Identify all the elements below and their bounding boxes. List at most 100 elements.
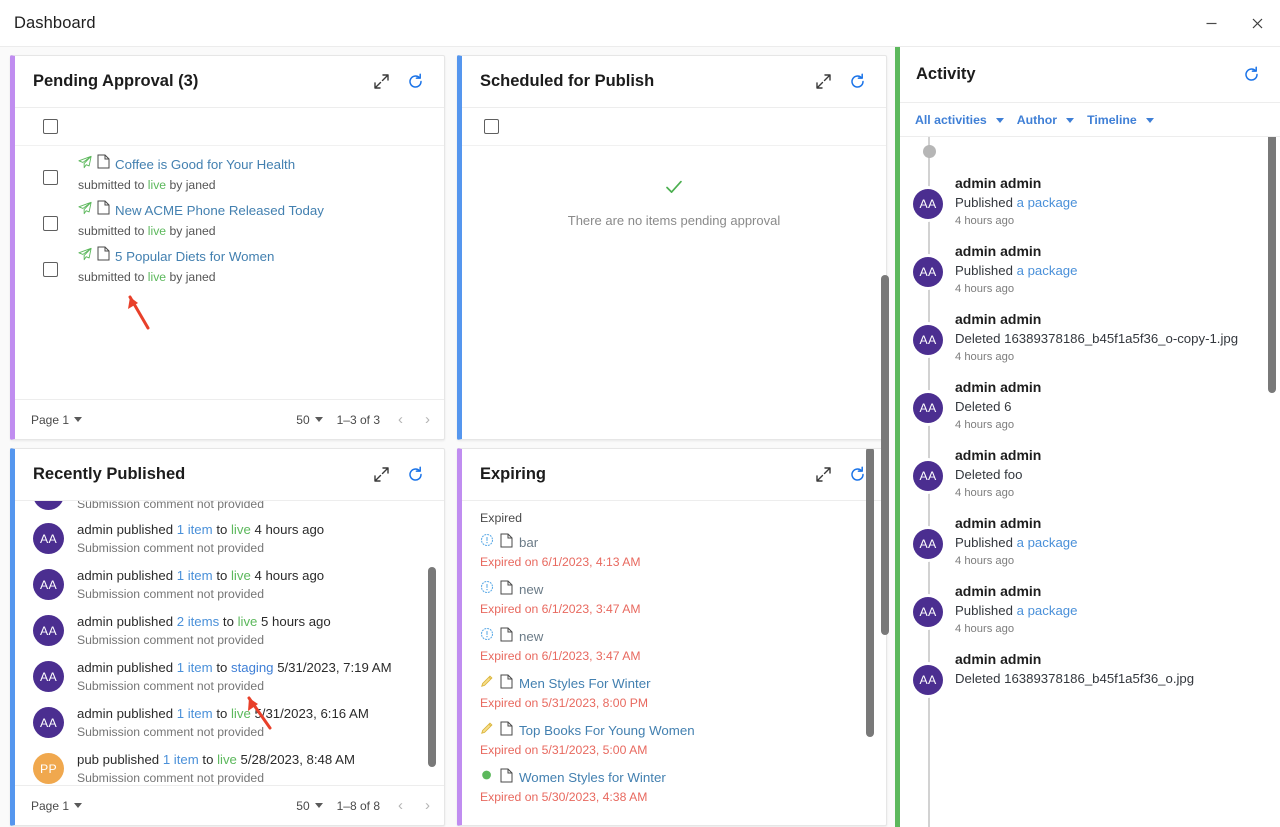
next-page-button[interactable]: › [421, 797, 434, 814]
page-selector[interactable]: Page 1 [31, 413, 83, 427]
list-item[interactable]: AA admin published 1 item to staging 5/3… [15, 653, 444, 699]
list-item-title[interactable]: Top Books For Young Women [519, 723, 695, 738]
expiring-scrollbar[interactable] [866, 449, 874, 737]
prev-page-button[interactable]: ‹ [394, 797, 407, 814]
chevron-down-icon[interactable] [1145, 118, 1154, 123]
scheduled-for-publish-title: Scheduled for Publish [480, 72, 655, 90]
activity-panel: Activity All activities Author Timeline [895, 47, 1280, 827]
filter-author[interactable]: Author [1014, 113, 1060, 127]
activity-object-link[interactable]: a package [1017, 535, 1078, 550]
pending-approval-title: Pending Approval (3) [33, 72, 199, 90]
expand-icon[interactable] [808, 67, 838, 97]
target-link[interactable]: live [238, 614, 258, 629]
pager-controls: 50 1–8 of 8 ‹ › [296, 797, 434, 814]
activity-scrollbar[interactable] [1268, 137, 1276, 393]
list-item-title[interactable]: Women Styles for Winter [519, 770, 666, 785]
refresh-icon[interactable] [1236, 60, 1266, 90]
to-label: to [202, 752, 214, 767]
page-selector[interactable]: Page 1 [31, 799, 83, 813]
list-item-title[interactable]: new [519, 629, 543, 644]
expand-icon[interactable] [366, 67, 396, 97]
list-item[interactable]: bar Expired on 6/1/2023, 4:13 AM [480, 533, 886, 569]
page-scrollbar[interactable] [881, 275, 889, 635]
select-all-checkbox[interactable] [484, 119, 499, 134]
list-item-title[interactable]: new [519, 582, 543, 597]
list-item[interactable]: New ACME Phone Released Today submitted … [15, 196, 444, 242]
target-link[interactable]: staging [231, 660, 274, 675]
warning-icon [480, 533, 494, 552]
list-item[interactable]: new Expired on 6/1/2023, 3:47 AM [480, 580, 886, 616]
row-checkbox[interactable] [43, 170, 58, 185]
list-item-title[interactable]: New ACME Phone Released Today [115, 203, 324, 218]
list-item[interactable]: AA admin admin Published a package 4 hou… [900, 167, 1280, 235]
row-checkbox[interactable] [43, 216, 58, 231]
close-button[interactable] [1234, 0, 1280, 47]
item-count-link[interactable]: 1 item [177, 660, 213, 675]
list-item[interactable]: Coffee is Good for Your Health submitted… [15, 150, 444, 196]
list-item[interactable]: 5 Popular Diets for Women submitted to l… [15, 242, 444, 288]
refresh-icon[interactable] [400, 460, 430, 490]
next-page-button[interactable]: › [421, 411, 434, 428]
list-item[interactable]: AA admin published 1 item to live 4 hour… [15, 515, 444, 561]
item-count-link[interactable]: 1 item [163, 752, 199, 767]
expiring-title: Expiring [480, 465, 547, 483]
item-count-link[interactable]: 2 items [177, 614, 220, 629]
list-item[interactable]: Top Books For Young Women Expired on 5/3… [480, 721, 886, 757]
list-item[interactable]: new Expired on 6/1/2023, 3:47 AM [480, 627, 886, 663]
to-label: to [216, 706, 228, 721]
target-link[interactable]: live [231, 706, 251, 721]
list-item-title[interactable]: 5 Popular Diets for Women [115, 249, 274, 264]
list-item[interactable]: Men Styles For Winter Expired on 5/31/20… [480, 674, 886, 710]
list-item-title[interactable]: bar [519, 535, 538, 550]
list-item[interactable]: AA admin admin Deleted 6 4 hours ago [900, 371, 1280, 439]
refresh-icon[interactable] [400, 67, 430, 97]
target-link[interactable]: live [148, 224, 166, 238]
minimize-button[interactable] [1188, 0, 1234, 47]
activity-verb: Deleted [955, 467, 1001, 482]
item-count-link[interactable]: 1 item [177, 568, 213, 583]
scheduled-empty-state: There are no items pending approval [462, 146, 886, 439]
row-checkbox[interactable] [43, 262, 58, 277]
per-page-selector[interactable]: 50 [296, 413, 323, 427]
list-item[interactable]: PP pub published 1 item to live 5/28/202… [15, 745, 444, 785]
target-link[interactable]: live [231, 522, 251, 537]
filter-all-activities[interactable]: All activities [912, 113, 990, 127]
list-item-title[interactable]: Men Styles For Winter [519, 676, 651, 691]
activity-verb: Published [955, 195, 1013, 210]
list-item[interactable]: AA admin published 1 item to live 4 hour… [15, 561, 444, 607]
expand-icon[interactable] [366, 460, 396, 490]
list-item-text: admin published 2 items to live 5 hours … [77, 613, 331, 630]
target-link[interactable]: live [148, 270, 166, 284]
list-item-title[interactable]: Coffee is Good for Your Health [115, 157, 295, 172]
list-item[interactable]: AA admin admin Deleted 16389378186_b45f1… [900, 643, 1280, 703]
list-item[interactable]: AA admin admin Published a package 4 hou… [900, 235, 1280, 303]
list-item[interactable]: AA admin published 1 item to live 5/31/2… [15, 699, 444, 745]
activity-object-link[interactable]: a package [1017, 195, 1078, 210]
list-item[interactable]: Women Styles for Winter Expired on 5/30/… [480, 768, 886, 804]
item-count-link[interactable]: 1 item [177, 522, 213, 537]
activity-timestamp: 4 hours ago [955, 555, 1015, 567]
target-link[interactable]: live [217, 752, 237, 767]
item-count-link[interactable]: 1 item [177, 706, 213, 721]
select-all-checkbox[interactable] [43, 119, 58, 134]
target-link[interactable]: live [148, 178, 166, 192]
activity-action: Deleted foo [955, 467, 1041, 482]
per-page-selector[interactable]: 50 [296, 799, 323, 813]
expiring-card: Expiring Expired bar Expired on 6/1/2023… [457, 448, 887, 826]
prev-page-button[interactable]: ‹ [394, 411, 407, 428]
list-item[interactable]: AA admin admin Published a package 4 hou… [900, 575, 1280, 643]
select-all-row [15, 108, 444, 146]
chevron-down-icon[interactable] [1066, 118, 1075, 123]
target-link[interactable]: live [231, 568, 251, 583]
activity-object-link[interactable]: a package [1017, 263, 1078, 278]
refresh-icon[interactable] [842, 67, 872, 97]
list-item[interactable]: AA admin published 2 items to live 5 hou… [15, 607, 444, 653]
list-item[interactable]: AA admin admin Deleted 16389378186_b45f1… [900, 303, 1280, 371]
recently-published-scrollbar[interactable] [428, 567, 436, 767]
chevron-down-icon[interactable] [995, 118, 1004, 123]
list-item[interactable]: AA admin admin Deleted foo 4 hours ago [900, 439, 1280, 507]
expand-icon[interactable] [808, 460, 838, 490]
activity-object-link[interactable]: a package [1017, 603, 1078, 618]
list-item[interactable]: AA admin admin Published a package 4 hou… [900, 507, 1280, 575]
filter-timeline[interactable]: Timeline [1084, 113, 1140, 127]
